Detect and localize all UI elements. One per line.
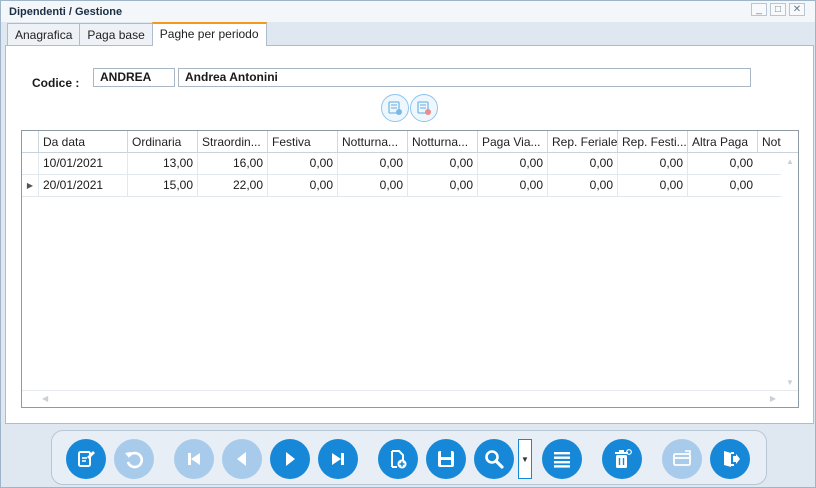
employee-code-field[interactable]: ANDREA: [93, 68, 175, 87]
cell-value[interactable]: 13,00: [127, 153, 197, 174]
cell-value[interactable]: 0,00: [267, 175, 337, 196]
cell-value[interactable]: 0,00: [477, 175, 547, 196]
add-row-icon: [388, 101, 402, 115]
search-button[interactable]: [474, 439, 514, 479]
last-record-button[interactable]: [318, 439, 358, 479]
last-record-icon: [332, 453, 344, 465]
column-header[interactable]: Notturna...: [407, 131, 477, 153]
first-record-icon: [188, 453, 200, 465]
add-row-button[interactable]: [381, 94, 409, 122]
cell-value[interactable]: 15,00: [127, 175, 197, 196]
employee-name-field[interactable]: Andrea Antonini: [178, 68, 751, 87]
new-document-icon: [391, 450, 407, 469]
tab-anagrafica[interactable]: Anagrafica: [7, 23, 81, 46]
cell-date[interactable]: 10/01/2021: [38, 153, 127, 174]
first-record-button[interactable]: [174, 439, 214, 479]
search-icon: [485, 450, 504, 469]
cell-value[interactable]: 16,00: [197, 153, 267, 174]
row-indicator: [22, 153, 38, 174]
cell-value[interactable]: 0,00: [617, 153, 687, 174]
column-header[interactable]: Ordinaria: [127, 131, 197, 153]
pay-periods-grid[interactable]: Da data Ordinaria Straordin... Festiva N…: [21, 130, 799, 408]
column-header[interactable]: Rep. Feriale: [547, 131, 617, 153]
window-controls: _ □ ✕: [751, 3, 805, 16]
previous-record-button[interactable]: [222, 439, 262, 479]
column-header[interactable]: Da data: [38, 131, 127, 153]
close-button[interactable]: ✕: [789, 3, 805, 16]
tab-paghe-per-periodo[interactable]: Paghe per periodo: [151, 22, 267, 46]
row-actions: [381, 94, 438, 122]
exit-icon: [724, 451, 740, 467]
table-row[interactable]: ▶ 20/01/2021 15,00 22,00 0,00 0,00 0,00 …: [22, 175, 798, 197]
cell-value[interactable]: 22,00: [197, 175, 267, 196]
save-icon: [438, 451, 454, 467]
card-button[interactable]: [662, 439, 702, 479]
previous-record-icon: [237, 452, 246, 466]
cell-value[interactable]: 0,00: [267, 153, 337, 174]
list-icon: [554, 452, 570, 468]
cell-value[interactable]: 0,00: [687, 153, 757, 174]
column-header[interactable]: Straordin...: [197, 131, 267, 153]
column-header[interactable]: Festiva: [267, 131, 337, 153]
remove-row-icon: [417, 101, 431, 115]
table-row[interactable]: 10/01/2021 13,00 16,00 0,00 0,00 0,00 0,…: [22, 153, 798, 175]
scroll-up-icon[interactable]: ▲: [786, 157, 794, 166]
scroll-down-icon[interactable]: ▼: [786, 378, 794, 387]
cell-value[interactable]: 0,00: [407, 153, 477, 174]
cell-value[interactable]: 0,00: [617, 175, 687, 196]
column-header[interactable]: Not: [757, 131, 798, 153]
edit-document-icon: [78, 451, 95, 467]
code-label: Codice :: [32, 76, 80, 90]
scroll-right-icon[interactable]: ▶: [770, 394, 776, 403]
cell-value[interactable]: 0,00: [477, 153, 547, 174]
tab-panel: Codice : ANDREA Andrea Antonini Da data …: [5, 45, 814, 424]
current-row-indicator: ▶: [26, 181, 34, 190]
tab-strip: Anagrafica Paga base Paghe per periodo: [7, 22, 267, 46]
grid-header: Da data Ordinaria Straordin... Festiva N…: [22, 131, 798, 153]
minimize-button[interactable]: _: [751, 3, 767, 16]
title-bar: Dipendenti / Gestione _ □ ✕: [1, 1, 815, 22]
horizontal-scrollbar[interactable]: ◀ ▶: [22, 390, 798, 407]
cell-value[interactable]: 0,00: [547, 153, 617, 174]
list-button[interactable]: [542, 439, 582, 479]
next-record-button[interactable]: [270, 439, 310, 479]
tab-paga-base[interactable]: Paga base: [79, 23, 153, 46]
card-icon: [673, 450, 691, 466]
scroll-left-icon[interactable]: ◀: [42, 394, 48, 403]
delete-icon: [615, 449, 632, 468]
cell-value[interactable]: 0,00: [337, 153, 407, 174]
undo-icon: [125, 451, 143, 469]
save-button[interactable]: [426, 439, 466, 479]
cell-value[interactable]: 0,00: [547, 175, 617, 196]
window-title: Dipendenti / Gestione: [9, 6, 123, 18]
next-record-icon: [286, 452, 295, 466]
column-header[interactable]: Notturna...: [337, 131, 407, 153]
edit-button[interactable]: [66, 439, 106, 479]
remove-row-button[interactable]: [410, 94, 438, 122]
column-header[interactable]: Altra Paga: [687, 131, 757, 153]
cell-value[interactable]: 0,00: [407, 175, 477, 196]
column-header[interactable]: Rep. Festi...: [617, 131, 687, 153]
bottom-toolbar: ▼: [51, 430, 767, 485]
vertical-scrollbar[interactable]: ▲ ▼: [781, 153, 798, 391]
window: Dipendenti / Gestione _ □ ✕ Anagrafica P…: [0, 0, 816, 488]
cell-value[interactable]: 0,00: [687, 175, 757, 196]
cell-value[interactable]: 0,00: [337, 175, 407, 196]
chevron-down-icon: ▼: [521, 455, 529, 464]
exit-button[interactable]: [710, 439, 750, 479]
search-options-dropdown[interactable]: ▼: [518, 439, 532, 479]
cell-date[interactable]: 20/01/2021: [38, 175, 127, 196]
new-button[interactable]: [378, 439, 418, 479]
column-header[interactable]: Paga Via...: [477, 131, 547, 153]
undo-button[interactable]: [114, 439, 154, 479]
maximize-button[interactable]: □: [770, 3, 786, 16]
delete-button[interactable]: [602, 439, 642, 479]
